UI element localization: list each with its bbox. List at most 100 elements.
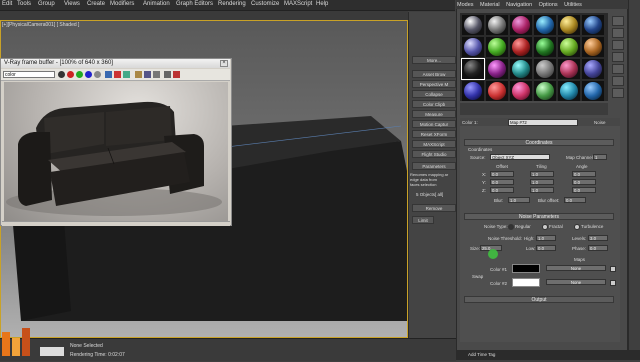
material-slot[interactable] [462, 37, 484, 57]
material-slot[interactable] [534, 59, 556, 79]
material-slot[interactable] [582, 59, 604, 79]
angle-x-input[interactable]: 0.0 [572, 171, 596, 177]
material-slot[interactable] [558, 15, 580, 35]
offset-x-input[interactable]: 0.0 [490, 171, 514, 177]
asset-browser-button[interactable]: Asset Brow [412, 70, 456, 78]
output-rollout-header[interactable]: Output [464, 296, 614, 303]
menu-graph-editors[interactable]: Graph Editors [176, 1, 213, 7]
material-slot[interactable] [486, 15, 508, 35]
material-slot[interactable] [534, 81, 556, 101]
map-type-button[interactable]: Noise [594, 120, 606, 125]
parameters-rollout[interactable]: Parameters [412, 162, 456, 170]
options-icon[interactable] [612, 88, 624, 98]
color1-map-checkbox[interactable] [610, 266, 616, 272]
swap-button[interactable]: Swap [472, 274, 483, 279]
color2-map-button[interactable]: None [546, 279, 606, 285]
blur-offset-input[interactable]: 0.0 [564, 197, 586, 203]
material-slot[interactable] [558, 37, 580, 57]
noise-parameters-rollout-header[interactable]: Noise Parameters [464, 213, 614, 220]
material-slot[interactable] [582, 37, 604, 57]
material-slot[interactable] [558, 59, 580, 79]
offset-z-input[interactable]: 0.0 [490, 187, 514, 193]
material-slot[interactable] [486, 37, 508, 57]
high-input[interactable]: 1.0 [536, 235, 556, 241]
color1-map-button[interactable]: None [546, 265, 606, 271]
material-slot[interactable] [558, 81, 580, 101]
motion-capture-button[interactable]: Motion Captur [412, 120, 456, 128]
link-icon[interactable] [153, 71, 160, 78]
menu-animation[interactable]: Animation [143, 1, 170, 7]
offset-y-input[interactable]: 0.0 [490, 179, 514, 185]
map-channel-input[interactable]: 1 [593, 154, 607, 160]
material-slot[interactable] [462, 15, 484, 35]
stop-render-icon[interactable] [173, 71, 180, 78]
material-slot[interactable] [534, 37, 556, 57]
channel-dropdown[interactable]: color [3, 71, 55, 78]
background-icon[interactable] [612, 40, 624, 50]
menu-maxscript[interactable]: MAXScript [284, 1, 312, 7]
menu-modifiers[interactable]: Modifiers [110, 1, 134, 7]
noise-type-turbulence-radio[interactable] [574, 224, 580, 230]
clear-image-icon[interactable] [114, 71, 121, 78]
coordinates-rollout-header[interactable]: Coordinates [464, 139, 614, 146]
menu-views[interactable]: Views [64, 1, 80, 7]
uv-tiling-icon[interactable] [612, 52, 624, 62]
menu-help[interactable]: Help [316, 1, 328, 7]
save-image-icon[interactable] [105, 71, 112, 78]
material-slot[interactable] [510, 59, 532, 79]
levels-input[interactable]: 3.0 [588, 235, 608, 241]
blur-input[interactable]: 1.0 [508, 197, 530, 203]
noise-type-regular-radio[interactable] [508, 224, 514, 230]
remove-button[interactable]: Remove [412, 204, 456, 212]
menu-navigation[interactable]: Navigation [506, 2, 532, 8]
material-slot[interactable] [510, 37, 532, 57]
viewport-label[interactable]: [+][PhysicalCamera001] [ Shaded ] [2, 22, 79, 28]
color2-swatch[interactable] [512, 278, 540, 287]
reset-xform-button[interactable]: Reset XForm [412, 130, 456, 138]
material-slot[interactable] [582, 81, 604, 101]
tiling-z-input[interactable]: 1.0 [530, 187, 554, 193]
menu-edit[interactable]: Edit [2, 1, 12, 7]
alpha-channel-icon[interactable] [94, 71, 101, 78]
material-slot[interactable] [486, 59, 508, 79]
material-slot[interactable] [582, 15, 604, 35]
vfb-close-icon[interactable]: × [220, 60, 228, 67]
add-time-tag-button[interactable]: Add Time Tag [468, 352, 495, 357]
backlight-icon[interactable] [612, 28, 624, 38]
collapse-button[interactable]: Collapse [412, 90, 456, 98]
phase-input[interactable]: 0.0 [588, 245, 608, 251]
render-icon[interactable] [164, 71, 171, 78]
material-slot[interactable] [486, 81, 508, 101]
menu-material[interactable]: Material [480, 2, 500, 8]
material-slot[interactable] [462, 81, 484, 101]
sample-type-icon[interactable] [612, 16, 624, 26]
video-color-check-icon[interactable] [612, 64, 624, 74]
menu-create[interactable]: Create [87, 1, 105, 7]
flight-studio-button[interactable]: Flight Studio [412, 150, 456, 158]
maxscript-button[interactable]: MAXScript [412, 140, 456, 148]
source-dropdown[interactable]: Object XYZ [490, 154, 550, 160]
make-preview-icon[interactable] [612, 76, 624, 86]
track-mouse-icon[interactable] [135, 71, 142, 78]
material-slot[interactable] [510, 15, 532, 35]
more-button[interactable]: More... [412, 56, 456, 64]
perspective-match-button[interactable]: Perspective M [412, 80, 456, 88]
red-channel-icon[interactable] [67, 71, 74, 78]
material-slot[interactable] [534, 15, 556, 35]
rgb-icon[interactable] [58, 71, 65, 78]
tiling-x-input[interactable]: 1.0 [530, 171, 554, 177]
menu-customize[interactable]: Customize [251, 1, 279, 7]
angle-z-input[interactable]: 0.0 [572, 187, 596, 193]
menu-rendering[interactable]: Rendering [218, 1, 246, 7]
limit-button[interactable]: Limit [412, 216, 434, 224]
material-slot[interactable] [510, 81, 532, 101]
menu-group[interactable]: Group [38, 1, 55, 7]
copy-icon[interactable] [123, 71, 130, 78]
noise-type-fractal-radio[interactable] [542, 224, 548, 230]
tiling-y-input[interactable]: 1.0 [530, 179, 554, 185]
region-render-icon[interactable] [144, 71, 151, 78]
measure-button[interactable]: Measure [412, 110, 456, 118]
material-slot-active[interactable] [461, 58, 485, 80]
maxscript-listener-field[interactable] [40, 347, 64, 356]
color1-swatch[interactable] [512, 264, 540, 273]
